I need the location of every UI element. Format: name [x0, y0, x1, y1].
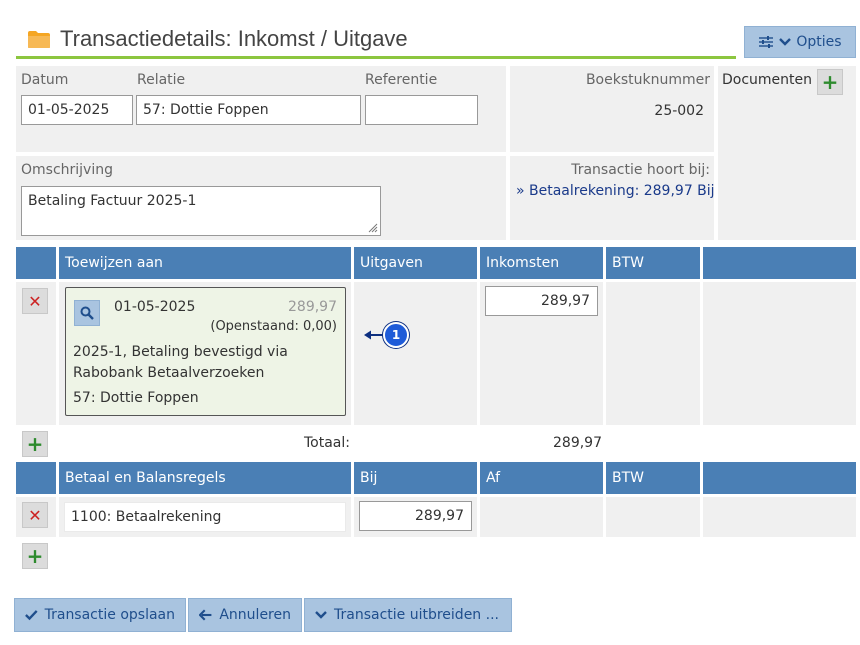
- expand-transaction-button[interactable]: Transactie uitbreiden ...: [304, 598, 512, 632]
- cancel-button[interactable]: Annuleren: [188, 598, 302, 632]
- allocation-row-btw-cell: [606, 282, 700, 425]
- close-icon: ✕: [28, 505, 42, 525]
- balance-row-btw-cell: [606, 497, 700, 537]
- relatie-field[interactable]: 57: Dottie Foppen: [136, 95, 361, 125]
- search-invoice-button[interactable]: [74, 300, 100, 326]
- referentie-field[interactable]: [365, 95, 478, 125]
- hoort-bij-label: Transactie hoort bij:: [571, 162, 710, 178]
- options-label: Opties: [796, 34, 842, 50]
- allocation-header-btw: BTW: [606, 247, 700, 279]
- resize-grip-icon[interactable]: [368, 223, 378, 233]
- omschrijving-label: Omschrijving: [21, 162, 113, 178]
- datum-field[interactable]: 01-05-2025: [21, 95, 133, 125]
- omschrijving-text: Betaling Factuur 2025-1: [28, 193, 197, 209]
- omschrijving-field[interactable]: Betaling Factuur 2025-1: [21, 186, 381, 236]
- boekstuk-value: 25-002: [654, 103, 704, 119]
- page-title: Transactiedetails: Inkomst / Uitgave: [60, 26, 408, 51]
- invoice-description-line1: 2025-1, Betaling bevestigd via: [73, 344, 288, 360]
- invoice-relation: 57: Dottie Foppen: [73, 390, 199, 406]
- invoice-date: 01-05-2025: [114, 299, 196, 315]
- documenten-label: Documenten: [722, 72, 813, 88]
- invoice-outstanding: (Openstaand: 0,00): [210, 319, 337, 334]
- balance-header-regels: Betaal en Balansregels: [59, 462, 351, 494]
- close-icon: ✕: [28, 291, 42, 311]
- balance-header-btw: BTW: [606, 462, 700, 494]
- add-balance-row-button[interactable]: +: [22, 543, 48, 569]
- chevron-down-icon: [315, 611, 327, 619]
- balance-row-empty-cell: [703, 497, 856, 537]
- save-transaction-button[interactable]: Transactie opslaan: [14, 598, 186, 632]
- cancel-label: Annuleren: [219, 607, 291, 623]
- folder-icon: [28, 31, 50, 48]
- balance-header-af: Af: [480, 462, 603, 494]
- balance-header-empty: [703, 462, 856, 494]
- inkomsten-input[interactable]: 289,97: [485, 286, 598, 316]
- options-button[interactable]: Opties: [744, 26, 856, 58]
- search-icon: [80, 306, 94, 320]
- balance-row-af-cell: [480, 497, 603, 537]
- balance-header-bij: Bij: [354, 462, 477, 494]
- step-marker: 1: [383, 322, 409, 348]
- invoice-description-line2: Rabobank Betaalverzoeken: [73, 365, 265, 381]
- account-field[interactable]: 1100: Betaalrekening: [64, 502, 346, 532]
- plus-icon: +: [26, 432, 44, 456]
- delete-balance-row-button[interactable]: ✕: [22, 502, 48, 528]
- add-document-button[interactable]: +: [817, 69, 843, 95]
- expand-label: Transactie uitbreiden ...: [334, 607, 499, 623]
- save-label: Transactie opslaan: [44, 607, 175, 623]
- relatie-label: Relatie: [137, 72, 186, 88]
- boekstuk-label: Boekstuknummer: [585, 72, 710, 88]
- check-icon: [25, 610, 38, 621]
- balance-header-spacer: [16, 462, 56, 494]
- sliders-icon: [759, 36, 774, 48]
- allocation-header-inkomsten: Inkomsten: [480, 247, 603, 279]
- allocation-header-empty: [703, 247, 856, 279]
- invoice-card[interactable]: 01-05-2025 289,97 (Openstaand: 0,00) 202…: [65, 287, 346, 416]
- total-label: Totaal:: [304, 435, 350, 451]
- add-allocation-button[interactable]: +: [22, 431, 48, 457]
- allocation-row-uitgaven-cell: [354, 282, 477, 425]
- linked-transaction-link[interactable]: » Betaalrekening: 289,97 Bij: [516, 183, 715, 199]
- allocation-row-empty-cell: [703, 282, 856, 425]
- allocation-header-toewijzen: Toewijzen aan: [59, 247, 351, 279]
- chevron-down-icon: [779, 38, 792, 46]
- arrow-left-icon: [199, 609, 212, 621]
- delete-allocation-button[interactable]: ✕: [22, 288, 48, 314]
- title-underline: [16, 56, 736, 59]
- invoice-amount: 289,97: [288, 299, 337, 315]
- allocation-header-spacer: [16, 247, 56, 279]
- allocation-header-uitgaven: Uitgaven: [354, 247, 477, 279]
- referentie-label: Referentie: [365, 72, 438, 88]
- plus-icon: +: [821, 70, 839, 94]
- plus-icon: +: [26, 544, 44, 568]
- total-value: 289,97: [553, 435, 602, 451]
- bij-input[interactable]: 289,97: [359, 501, 472, 531]
- datum-label: Datum: [21, 72, 69, 88]
